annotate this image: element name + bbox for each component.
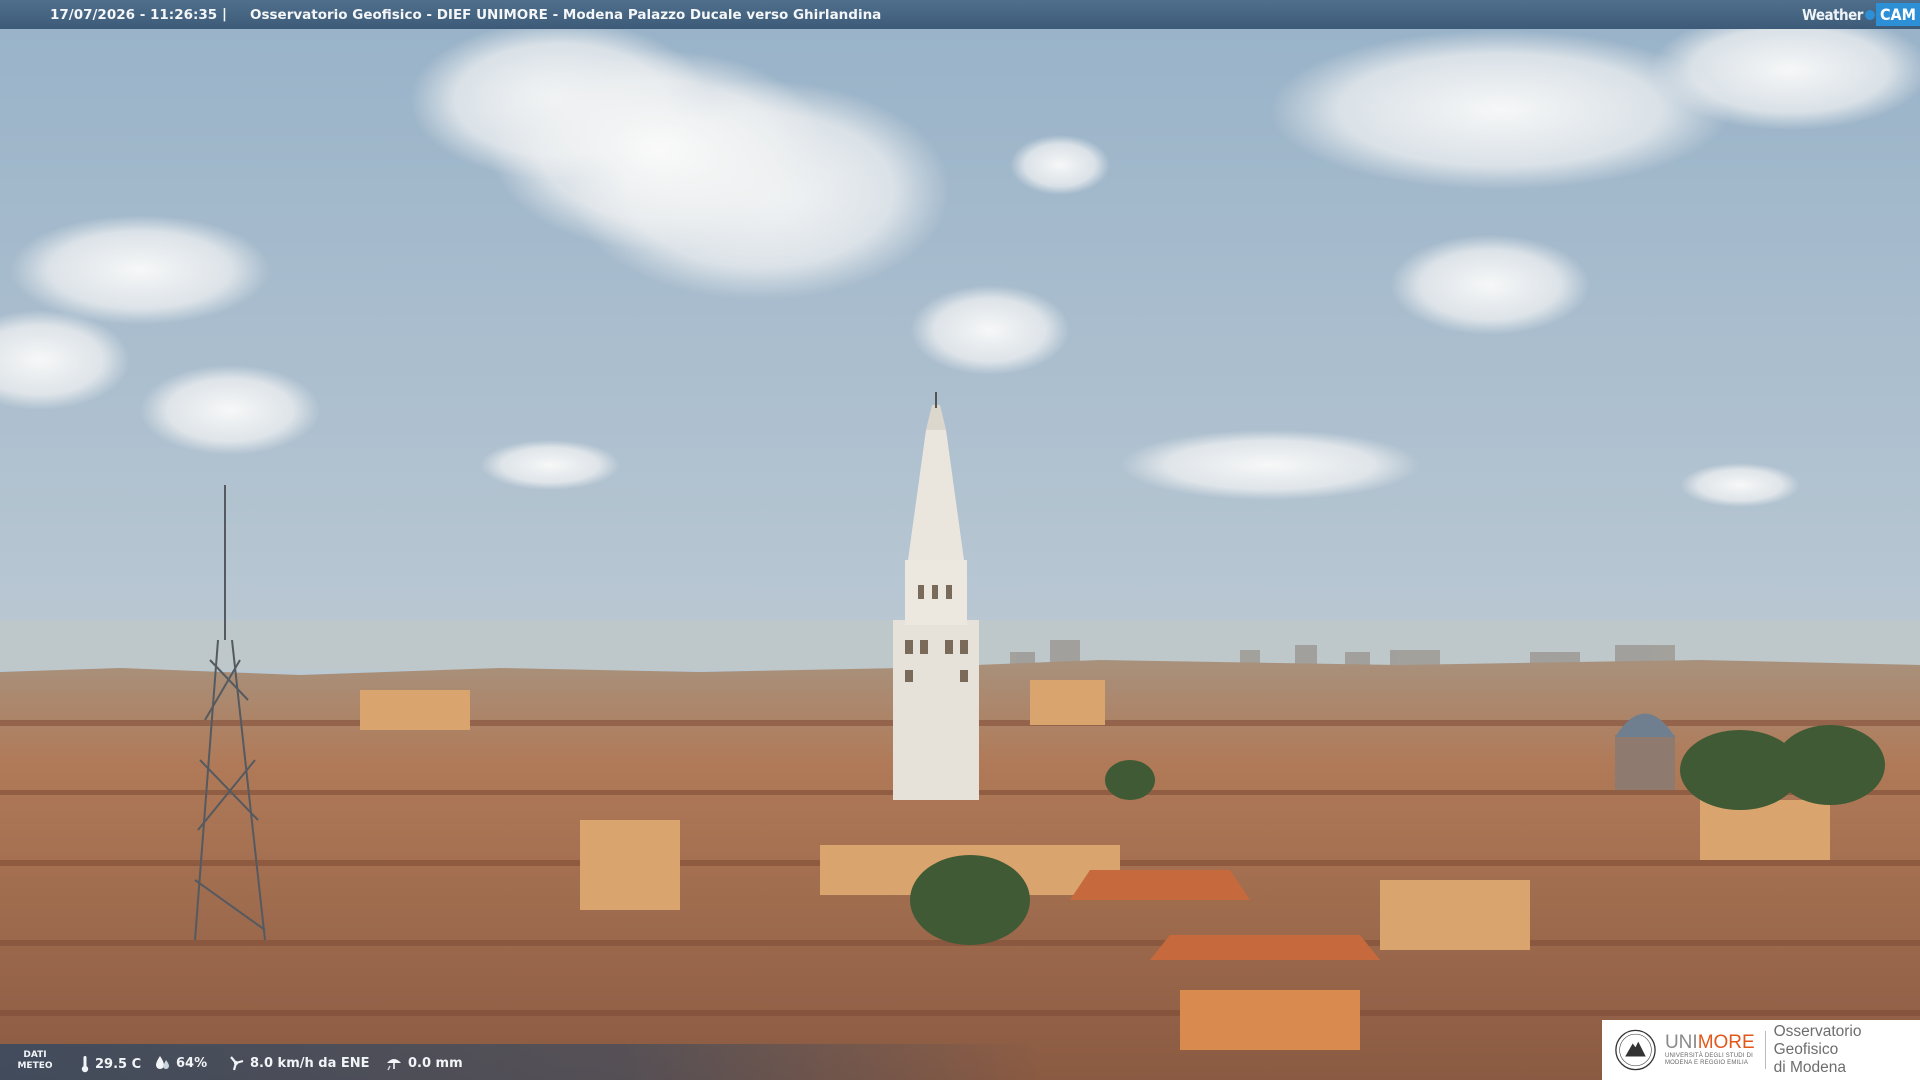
unimore-observatory-logo: UNIMORE UNIVERSITÀ DEGLI STUDI DI MODENA… (1602, 1020, 1920, 1080)
uni-subtitle-line1: UNIVERSITÀ DEGLI STUDI DI (1664, 1053, 1753, 1059)
uni-subtitle-line2: MODENA E REGGIO EMILIA (1664, 1060, 1749, 1066)
uni-prefix: UNI (1664, 1032, 1698, 1053)
wind-reading: 8.0 km/h da ENE (227, 1055, 370, 1071)
unimore-wordmark: UNIMORE UNIVERSITÀ DEGLI STUDI DI MODENA… (1665, 1033, 1755, 1067)
humidity-reading: 64% (153, 1055, 207, 1071)
humidity-icon (156, 1056, 169, 1069)
weathercam-logo: Weather CAM (1802, 0, 1920, 29)
wind-icon (230, 1056, 244, 1071)
observatory-line2: di Modena (1773, 1059, 1847, 1076)
timestamp: 17/07/2026 - 11:26:35 (50, 7, 218, 23)
thermometer-icon (81, 1056, 89, 1073)
meteo-label: DATI METEO (16, 1050, 54, 1072)
temperature-value: 29.5 C (95, 1056, 142, 1072)
rain-icon (387, 1059, 401, 1071)
uni-suffix: MORE (1697, 1032, 1755, 1053)
temperature-reading: 29.5 C (80, 1055, 141, 1073)
observatory-name: Osservatorio Geofisico di Modena (1774, 1023, 1920, 1077)
university-seal-icon (1615, 1029, 1656, 1071)
logo-divider (1764, 1031, 1766, 1069)
webcam-title-bar: 17/07/2026 - 11:26:35 | Osservatorio Geo… (0, 0, 1920, 29)
separator: | (222, 6, 227, 22)
rain-reading: 0.0 mm (385, 1055, 463, 1071)
humidity-value: 64% (176, 1055, 208, 1071)
observatory-line1: Osservatorio Geofisico (1773, 1023, 1862, 1058)
meteo-label-line1: DATI (23, 1050, 47, 1060)
meteo-label-line2: METEO (17, 1061, 53, 1071)
camera-title: Osservatorio Geofisico - DIEF UNIMORE - … (250, 7, 882, 23)
weather-data-bar: DATI METEO 29.5 C 64% 8.0 km/h da ENE 0.… (0, 1044, 1040, 1080)
brand-dot-icon (1864, 9, 1875, 20)
brand-cam-text: CAM (1875, 3, 1920, 26)
rain-value: 0.0 mm (408, 1055, 463, 1071)
wind-value: 8.0 km/h da ENE (250, 1055, 370, 1071)
brand-weather-text: Weather (1801, 5, 1864, 24)
webcam-scene (0, 0, 1920, 1080)
